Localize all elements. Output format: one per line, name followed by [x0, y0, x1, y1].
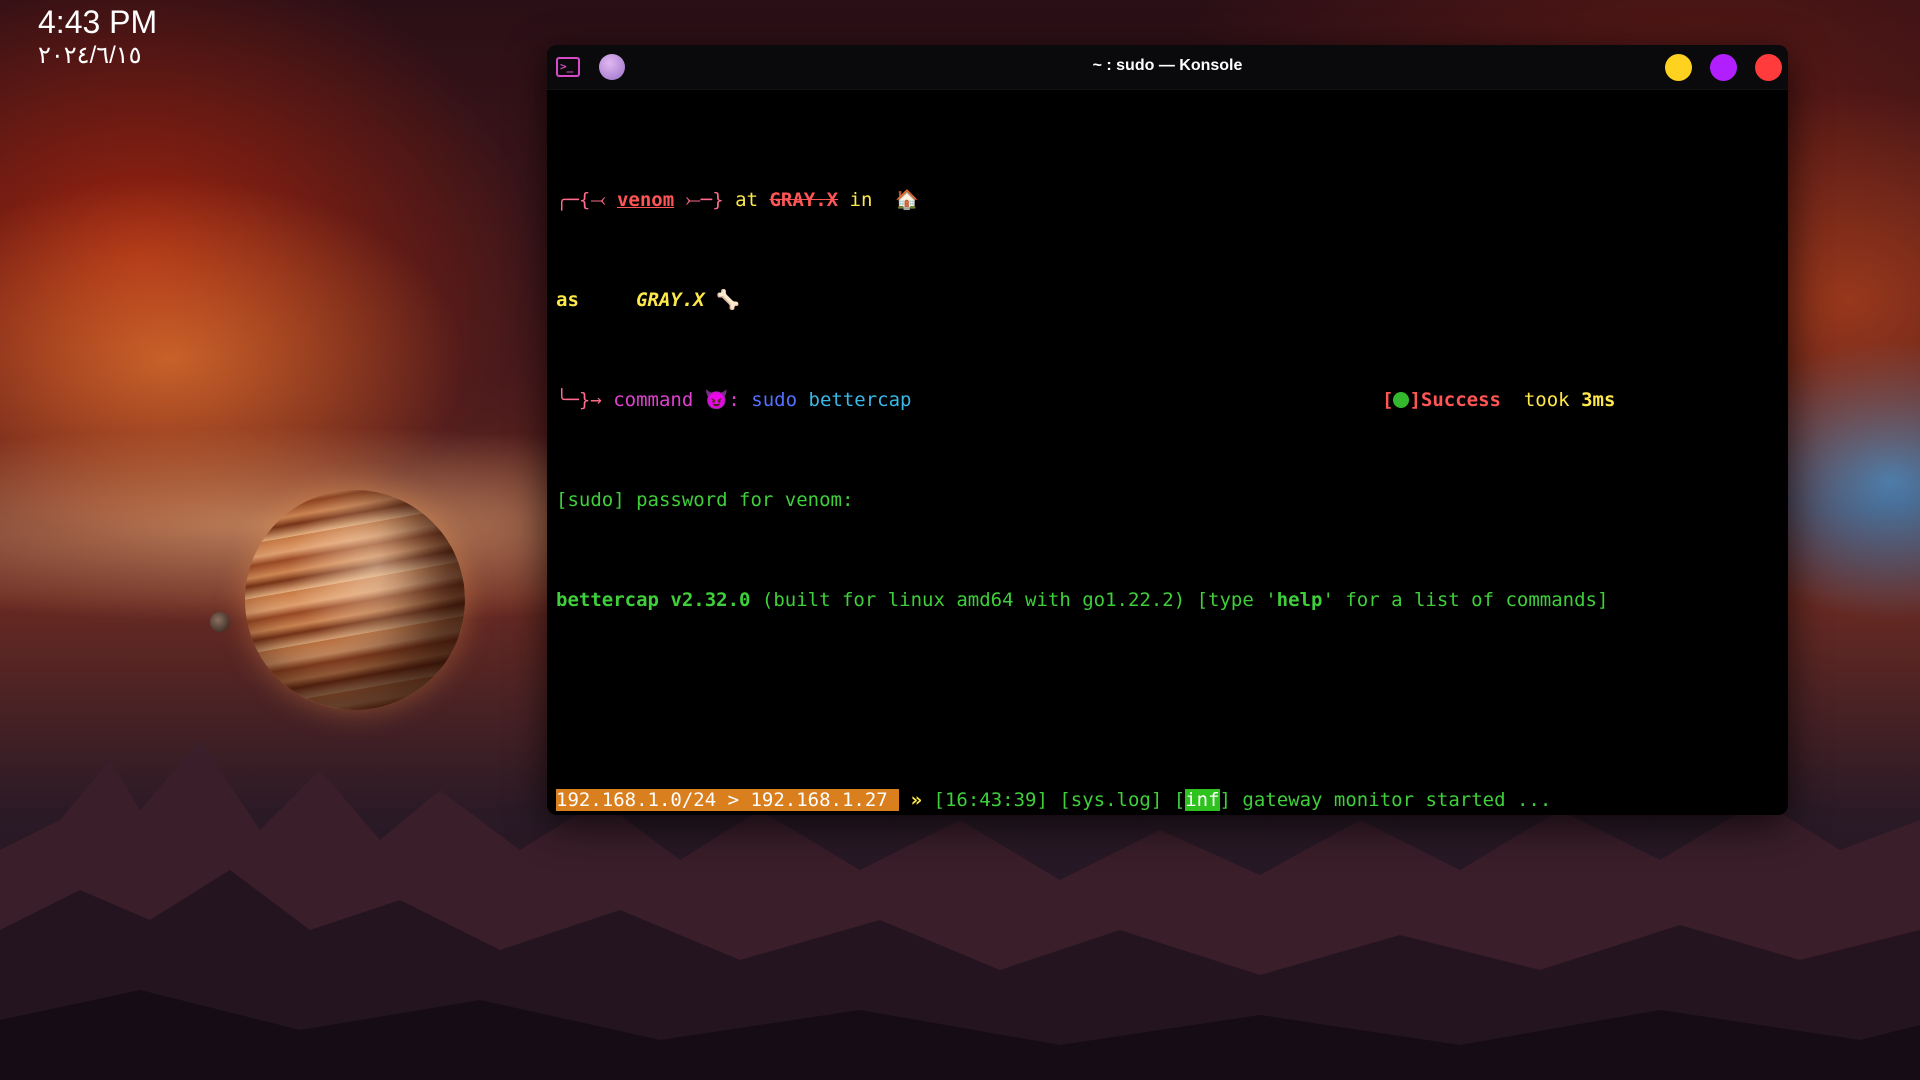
command-status: []Success took 3ms — [1382, 388, 1615, 413]
session-line-1: 192.168.1.0/24 > 192.168.1.27 » [16:43:3… — [556, 788, 1788, 813]
sudo-password-line: [sudo] password for venom: — [556, 489, 854, 511]
title-bar[interactable]: >_ ~ : sudo — Konsole — [547, 45, 1788, 90]
bettercap-help-tail: ' for a list of commands] — [1322, 589, 1609, 611]
took-label: took — [1500, 389, 1582, 411]
session-prompt: 192.168.1.0/24 > 192.168.1.27 — [556, 789, 900, 811]
log-bracket-open: [ — [1162, 789, 1186, 811]
status-bracket-close: ] — [1409, 389, 1421, 411]
bettercap-version: bettercap v2.32.0 — [556, 589, 751, 611]
log-time: [16:43:39] — [922, 789, 1060, 811]
close-button[interactable] — [1755, 54, 1782, 81]
moon-graphic — [210, 612, 230, 632]
prompt-user: venom — [616, 189, 675, 211]
bettercap-banner: bettercap v2.32.0 (built for linux amd64… — [556, 588, 1788, 613]
command-arg: bettercap — [797, 389, 912, 411]
prompt-line-2: as GRAY.X 🦴 — [556, 288, 1788, 313]
window-title: ~ : sudo — Konsole — [1092, 57, 1243, 74]
success-dot-icon — [1393, 392, 1410, 408]
clock-date: ٢٠٢٤/٦/١٥ — [38, 42, 142, 69]
prompt-line-3: ╰─}→ command 😈: sudo bettercap []Success … — [556, 388, 1788, 413]
terminal-output[interactable]: ╭─{⤙ venom ⤚─} at GRAY.X in 🏠 as GRAY.X … — [556, 113, 1788, 815]
konsole-window[interactable]: >_ ~ : sudo — Konsole ╭─{⤙ venom ⤚─} at … — [547, 45, 1788, 815]
desktop-clock: 4:43 PM ٢٠٢٤/٦/١٥ — [38, 2, 157, 70]
prompt-command-word: command — [613, 389, 694, 411]
prompt-in: in — [838, 189, 884, 211]
status-text: Success — [1420, 389, 1501, 411]
duration-value: 3ms — [1581, 389, 1616, 411]
command-sudo: sudo — [751, 389, 798, 411]
prompt-host-italic: GRAY.X — [636, 289, 705, 311]
log-tag: [sys.log] — [1059, 789, 1163, 811]
prompt-at: at — [723, 189, 770, 211]
status-bracket-open: [ — [1382, 389, 1394, 411]
prompt-box-end: ╰─}→ — [556, 389, 614, 411]
prompt-host: GRAY.X — [769, 189, 839, 211]
prompt-box-mid: ⤚─} — [674, 189, 724, 211]
log-message: gateway monitor started ... — [1242, 789, 1552, 811]
prompt-colon: : — [728, 389, 752, 411]
planet-graphic — [245, 490, 465, 710]
devil-icon: 😈 — [704, 389, 729, 411]
minimize-button[interactable] — [1665, 54, 1692, 81]
session-arrow: » — [910, 789, 923, 811]
maximize-button[interactable] — [1710, 54, 1737, 81]
bone-icon: 🦴 — [716, 289, 740, 311]
bettercap-help: help — [1276, 589, 1323, 611]
log-bracket-close: ] — [1219, 789, 1243, 811]
log-level: inf — [1185, 789, 1220, 811]
prompt-as: as — [556, 289, 579, 311]
bettercap-built: (built for linux amd64 with go1.22.2) [t… — [750, 589, 1277, 611]
prompt-box-start: ╭─{⤙ — [556, 189, 617, 211]
prompt-line-1: ╭─{⤙ venom ⤚─} at GRAY.X in 🏠 — [556, 188, 1788, 213]
clock-time: 4:43 PM — [38, 4, 158, 40]
home-icon: 🏠 — [895, 189, 919, 211]
